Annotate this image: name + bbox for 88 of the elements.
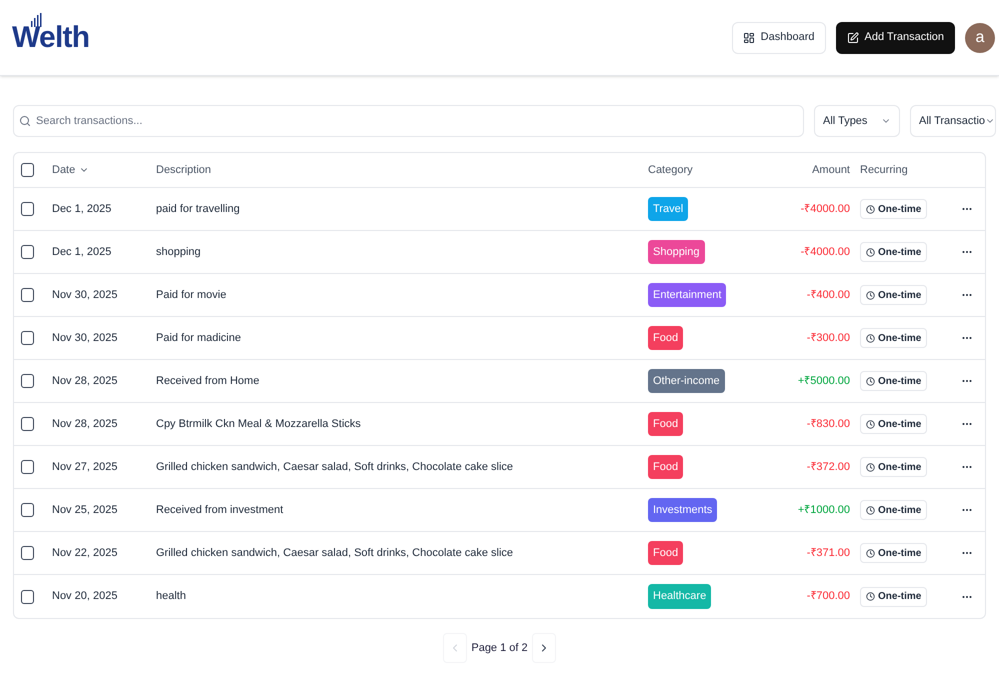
date-cell-text: Nov 30, 2025 bbox=[52, 330, 118, 346]
category-tag: Food bbox=[648, 540, 684, 566]
column-header[interactable]: Date bbox=[52, 162, 76, 178]
checkbox[interactable] bbox=[21, 163, 34, 177]
amount-cell-text: -₹830.00 bbox=[806, 416, 850, 432]
date-cell-text: Nov 22, 2025 bbox=[52, 546, 118, 561]
checkbox[interactable] bbox=[21, 546, 34, 560]
page-indicator: Page 1 of 2 bbox=[471, 640, 528, 656]
category-tag: Shopping bbox=[648, 240, 704, 264]
clock-icon bbox=[866, 462, 875, 472]
date-cell-text: Nov 25, 2025 bbox=[52, 502, 118, 518]
category-tag: Food bbox=[648, 412, 684, 436]
clock-icon bbox=[866, 548, 875, 558]
date-cell-text: Nov 20, 2025 bbox=[52, 589, 118, 604]
clock-icon bbox=[866, 506, 875, 514]
checkbox[interactable] bbox=[21, 503, 34, 517]
checkbox[interactable] bbox=[21, 590, 34, 604]
column-header: Recurring bbox=[860, 162, 908, 178]
edit-icon bbox=[846, 32, 858, 44]
date-cell-text: Nov 28, 2025 bbox=[52, 416, 118, 432]
avatar[interactable]: a bbox=[965, 22, 995, 52]
category-tag: Travel bbox=[648, 196, 688, 222]
recurring-badge: One-time bbox=[860, 414, 928, 434]
category-tag: Food bbox=[648, 326, 684, 350]
checkbox[interactable] bbox=[21, 288, 34, 302]
category-tag: Other-income bbox=[648, 368, 725, 394]
logo[interactable]: Welth bbox=[12, 22, 90, 52]
description-cell-text: Grilled chicken sandwich, Caesar salad, Soft drinks, Chocolate cake slice bbox=[156, 546, 514, 561]
recurring-badge: One-time bbox=[860, 586, 928, 606]
checkbox[interactable] bbox=[21, 417, 34, 431]
column-header: Amount bbox=[811, 162, 850, 178]
date-cell-text: Nov 27, 2025 bbox=[52, 460, 118, 475]
clock-icon bbox=[866, 204, 875, 214]
amount-cell-text: +₹1000.00 bbox=[796, 502, 850, 518]
clock-icon bbox=[866, 376, 875, 386]
recurring-badge: One-time bbox=[860, 457, 928, 477]
filter-select[interactable]: All Types bbox=[814, 105, 900, 137]
filter-select[interactable]: All Transactio bbox=[910, 105, 996, 137]
description-cell-text: Paid for madicine bbox=[156, 330, 242, 346]
recurring-badge: One-time bbox=[860, 543, 928, 563]
checkbox[interactable] bbox=[21, 460, 34, 474]
description-cell-text: Received from Home bbox=[156, 374, 260, 389]
dashboard-icon bbox=[742, 32, 755, 44]
clock-icon bbox=[866, 592, 875, 601]
category-tag: Food bbox=[648, 454, 684, 480]
dashboard-button[interactable]: Dashboard bbox=[732, 22, 826, 54]
clock-icon bbox=[866, 334, 875, 342]
recurring-badge: One-time bbox=[860, 371, 928, 391]
recurring-badge: One-time bbox=[860, 285, 928, 305]
description-cell-text: health bbox=[156, 589, 187, 604]
date-cell-text: Nov 30, 2025 bbox=[52, 288, 118, 303]
category-tag: Entertainment bbox=[648, 282, 726, 308]
amount-cell-text: -₹4000.00 bbox=[800, 202, 850, 217]
checkbox[interactable] bbox=[21, 245, 34, 259]
recurring-badge: One-time bbox=[860, 328, 928, 348]
description-cell-text: Grilled chicken sandwich, Caesar salad, Soft drinks, Chocolate cake slice bbox=[156, 460, 514, 475]
description-cell-text: Paid for movie bbox=[156, 288, 228, 303]
checkbox[interactable] bbox=[21, 374, 34, 388]
recurring-badge: One-time bbox=[860, 199, 928, 219]
column-header: Category bbox=[648, 162, 694, 178]
description-cell-text: shopping bbox=[156, 244, 202, 260]
recurring-badge: One-time bbox=[860, 242, 928, 262]
checkbox[interactable] bbox=[21, 331, 34, 345]
recurring-badge: One-time bbox=[860, 500, 928, 520]
checkbox[interactable] bbox=[21, 202, 34, 216]
column-header: Description bbox=[156, 162, 212, 178]
description-cell-text: Received from investment bbox=[156, 502, 284, 518]
search-icon bbox=[19, 115, 31, 127]
category-tag: Healthcare bbox=[648, 584, 712, 609]
category-tag: Investments bbox=[648, 498, 718, 522]
amount-cell-text: -₹371.00 bbox=[806, 546, 850, 561]
date-cell-text: Dec 1, 2025 bbox=[52, 202, 112, 217]
description-cell-text: Cpy Btrmilk Ckn Meal & Mozzarella Sticks bbox=[156, 416, 362, 432]
chart-bars-icon bbox=[30, 12, 44, 26]
amount-cell-text: -₹700.00 bbox=[806, 589, 850, 604]
amount-cell-text: -₹4000.00 bbox=[800, 244, 850, 260]
clock-icon bbox=[866, 420, 875, 428]
amount-cell-text: -₹372.00 bbox=[806, 460, 850, 475]
date-cell-text: Nov 28, 2025 bbox=[52, 374, 118, 389]
amount-cell-text: -₹400.00 bbox=[806, 288, 850, 303]
clock-icon bbox=[866, 290, 875, 300]
amount-cell-text: +₹5000.00 bbox=[796, 374, 850, 389]
description-cell-text: paid for travelling bbox=[156, 202, 241, 217]
date-cell-text: Dec 1, 2025 bbox=[52, 244, 112, 260]
add-transaction-button[interactable]: Add Transaction bbox=[836, 22, 955, 54]
search-field[interactable]: Search transactions... bbox=[13, 105, 804, 137]
clock-icon bbox=[866, 248, 875, 256]
amount-cell-text: -₹300.00 bbox=[806, 330, 850, 346]
